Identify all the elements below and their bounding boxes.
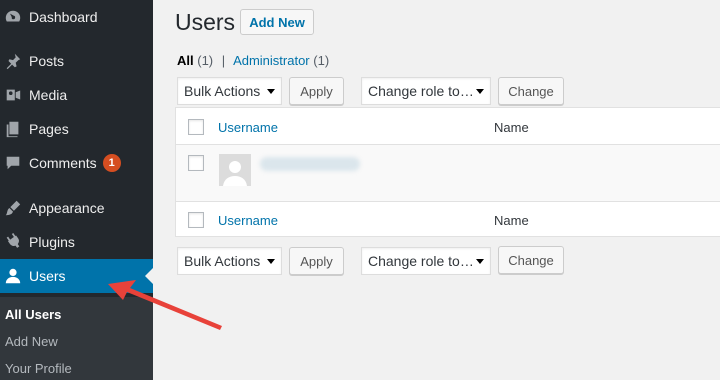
brush-icon	[3, 198, 23, 218]
submenu-item-your-profile[interactable]: Your Profile	[5, 361, 72, 376]
submenu-item-add-new[interactable]: Add New	[5, 334, 58, 349]
annotation-arrow-icon	[108, 280, 222, 330]
dashboard-icon	[3, 7, 23, 27]
page-title: Users	[175, 9, 236, 35]
column-username[interactable]: Username	[218, 120, 278, 135]
sidebar-item-label: Appearance	[29, 200, 105, 216]
chevron-down-icon	[267, 259, 275, 264]
sidebar-item-label: Plugins	[29, 234, 75, 250]
sidebar-item-label: Posts	[29, 53, 65, 69]
filter-all-count: (1)	[197, 53, 214, 68]
change-role-select-top[interactable]: Change role to…	[361, 77, 491, 105]
row-checkbox[interactable]	[188, 155, 204, 171]
sidebar-item-label: Users	[29, 268, 66, 284]
main-content: Users Add New All (1) | Administrator (1…	[153, 0, 720, 380]
sidebar-item-pages[interactable]: Pages	[0, 112, 153, 146]
pages-icon	[3, 119, 23, 139]
sidebar-item-label: Comments	[29, 155, 97, 171]
sidebar-item-label: Pages	[29, 121, 69, 137]
bulk-actions-value: Bulk Actions	[184, 83, 261, 99]
change-role-value: Change role to…	[368, 253, 474, 269]
bulk-actions-value: Bulk Actions	[184, 253, 261, 269]
user-icon	[3, 266, 23, 286]
column-username-footer[interactable]: Username	[218, 213, 278, 228]
avatar	[219, 154, 251, 186]
select-all-checkbox[interactable]	[188, 119, 204, 135]
comment-icon	[3, 153, 23, 173]
column-name-footer: Name	[494, 213, 529, 228]
chevron-down-icon	[476, 89, 484, 94]
filter-separator: |	[221, 53, 226, 68]
bulk-actions-select-top[interactable]: Bulk Actions	[177, 77, 282, 105]
change-role-value: Change role to…	[368, 83, 474, 99]
chevron-down-icon	[476, 259, 484, 264]
apply-button-top[interactable]: Apply	[289, 77, 344, 105]
sidebar-item-plugins[interactable]: Plugins	[0, 225, 153, 259]
change-button-bottom[interactable]: Change	[498, 246, 564, 274]
comment-count-badge: 1	[102, 154, 121, 172]
column-name: Name	[494, 120, 529, 135]
media-icon	[3, 85, 23, 105]
user-role-filters: All (1) | Administrator (1)	[177, 53, 329, 68]
select-all-checkbox-footer[interactable]	[188, 212, 204, 228]
sidebar-item-posts[interactable]: Posts	[0, 44, 153, 78]
filter-administrator-count: (1)	[313, 53, 330, 68]
change-button-top[interactable]: Change	[498, 77, 564, 105]
plug-icon	[3, 232, 23, 252]
submenu-item-all-users[interactable]: All Users	[5, 307, 61, 322]
add-new-user-button[interactable]: Add New	[240, 9, 314, 35]
sidebar-item-label: Media	[29, 87, 68, 103]
sidebar-item-dashboard[interactable]: Dashboard	[0, 0, 153, 34]
sidebar-item-label: Dashboard	[29, 9, 98, 25]
pin-icon	[3, 51, 23, 71]
sidebar-item-appearance[interactable]: Appearance	[0, 191, 153, 225]
apply-button-bottom[interactable]: Apply	[289, 247, 344, 275]
chevron-down-icon	[267, 89, 275, 94]
table-header-row: Username Name	[176, 108, 720, 145]
redacted-username[interactable]	[260, 157, 360, 171]
filter-all[interactable]: All	[177, 53, 194, 68]
sidebar-item-comments[interactable]: Comments 1	[0, 146, 153, 180]
change-role-select-bottom[interactable]: Change role to…	[361, 247, 491, 275]
sidebar-item-media[interactable]: Media	[0, 78, 153, 112]
table-row	[176, 145, 720, 202]
filter-administrator[interactable]: Administrator	[233, 53, 310, 68]
table-footer-row: Username Name	[176, 202, 720, 238]
users-table: Username Name Username Name	[175, 107, 720, 237]
